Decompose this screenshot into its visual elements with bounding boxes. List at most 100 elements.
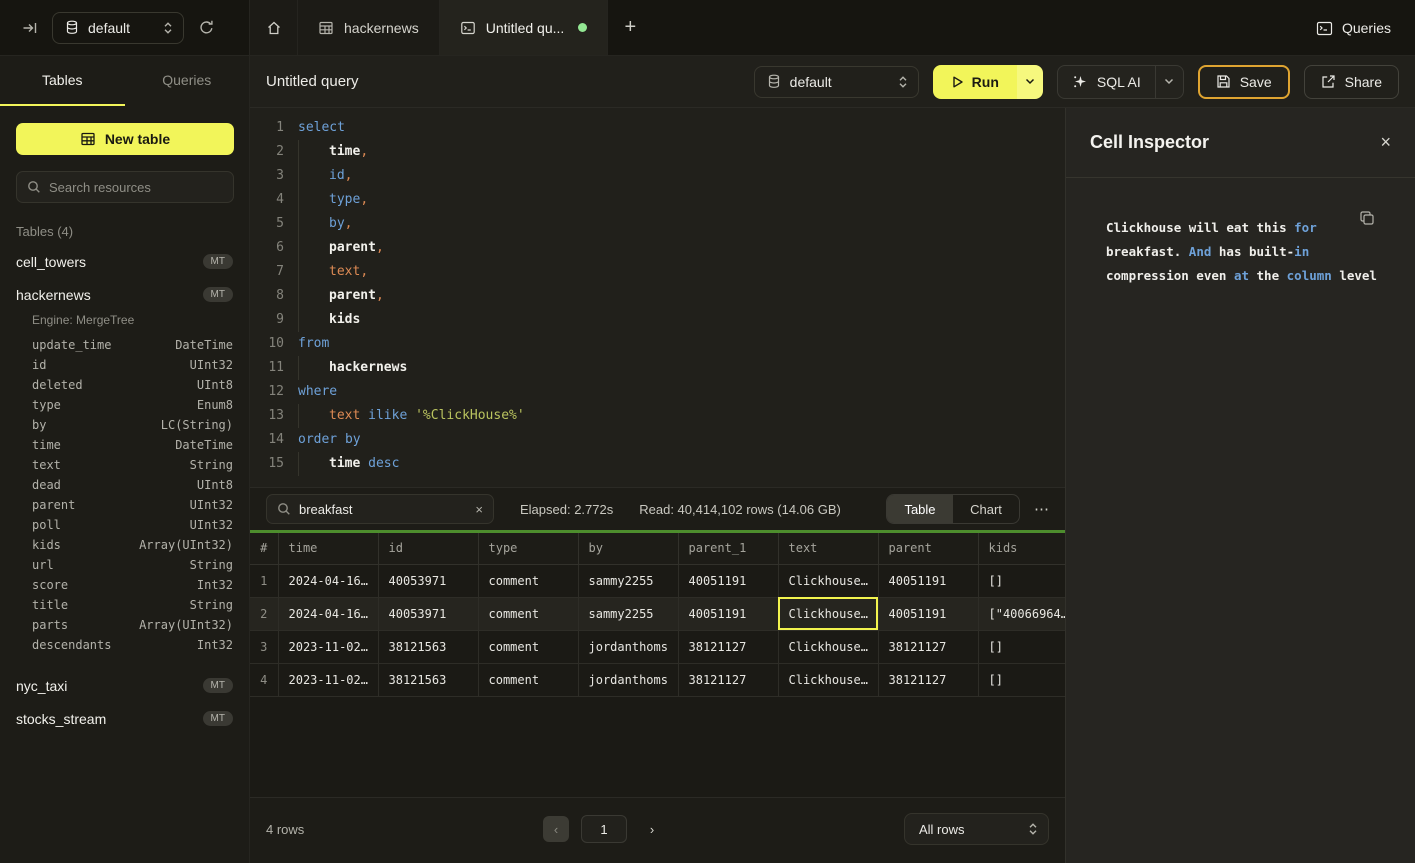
page-size-selector[interactable]: All rows (904, 813, 1049, 845)
editor-line[interactable]: 10from (250, 332, 1065, 356)
row-number-cell[interactable]: 3 (250, 630, 278, 663)
table-cell[interactable]: jordanthoms (578, 663, 678, 696)
tab-label: hackernews (344, 20, 419, 36)
search-resources-input[interactable] (49, 180, 223, 195)
table-cell[interactable]: 40053971 (378, 597, 478, 630)
editor-line[interactable]: 2 time, (250, 140, 1065, 164)
table-cell[interactable]: comment (478, 630, 578, 663)
editor-line[interactable]: 12where (250, 380, 1065, 404)
editor-line[interactable]: 13 text ilike '%ClickHouse%' (250, 404, 1065, 428)
table-cell[interactable]: 2023-11-02… (278, 663, 378, 696)
sql-ai-button[interactable]: SQL AI (1058, 74, 1155, 90)
column-header[interactable]: # (250, 533, 278, 564)
table-cell[interactable]: 2024-04-16… (278, 597, 378, 630)
column-header[interactable]: id (378, 533, 478, 564)
table-cell[interactable]: 38121127 (878, 630, 978, 663)
sidebar-item-stocks-stream[interactable]: stocks_stream MT (0, 702, 249, 735)
more-options-icon[interactable]: ⋯ (1034, 500, 1049, 518)
queries-button[interactable]: Queries (1316, 0, 1391, 56)
clear-search-icon[interactable]: × (475, 502, 483, 517)
column-header[interactable]: by (578, 533, 678, 564)
tab-hackernews[interactable]: hackernews (298, 0, 440, 55)
table-cell[interactable]: 2024-04-16… (278, 564, 378, 597)
sql-ai-options-button[interactable] (1155, 66, 1183, 98)
table-cell[interactable]: ["40066964… (978, 597, 1065, 630)
editor-line[interactable]: 6 parent, (250, 236, 1065, 260)
previous-page-button[interactable]: ‹ (543, 816, 569, 842)
column-header[interactable]: kids (978, 533, 1065, 564)
table-cell[interactable]: 38121127 (678, 663, 778, 696)
sidebar-tab-tables[interactable]: Tables (0, 56, 125, 106)
save-button[interactable]: Save (1198, 65, 1290, 99)
table-cell[interactable]: [] (978, 630, 1065, 663)
page-number-input[interactable] (581, 815, 627, 843)
table-cell[interactable]: 40051191 (678, 597, 778, 630)
table-cell[interactable]: sammy2255 (578, 597, 678, 630)
sidebar-item-nyc-taxi[interactable]: nyc_taxi MT (0, 669, 249, 702)
run-options-button[interactable] (1017, 65, 1043, 99)
editor-line[interactable]: 11 hackernews (250, 356, 1065, 380)
table-cell[interactable]: Clickhouse… (778, 630, 878, 663)
view-tab-chart[interactable]: Chart (953, 495, 1019, 523)
editor-line[interactable]: 15 time desc (250, 452, 1065, 476)
new-tab-button[interactable]: + (608, 0, 652, 55)
sidebar-tab-queries[interactable]: Queries (125, 56, 250, 106)
editor-line[interactable]: 1select (250, 116, 1065, 140)
column-header[interactable]: time (278, 533, 378, 564)
table-cell[interactable]: Clickhouse… (778, 663, 878, 696)
table-cell[interactable]: comment (478, 597, 578, 630)
editor-line[interactable]: 4 type, (250, 188, 1065, 212)
editor-line[interactable]: 3 id, (250, 164, 1065, 188)
table-cell[interactable]: sammy2255 (578, 564, 678, 597)
share-button[interactable]: Share (1304, 65, 1399, 99)
sidebar-item-cell-towers[interactable]: cell_towers MT (0, 245, 249, 278)
query-database-selector[interactable]: default (754, 66, 919, 98)
table-cell[interactable]: 38121563 (378, 663, 478, 696)
table-cell[interactable]: comment (478, 663, 578, 696)
run-button[interactable]: Run (933, 65, 1017, 99)
view-tab-table[interactable]: Table (887, 495, 953, 523)
table-cell[interactable]: 38121563 (378, 630, 478, 663)
editor-line[interactable]: 8 parent, (250, 284, 1065, 308)
table-cell[interactable]: 40051191 (878, 564, 978, 597)
table-cell[interactable]: [] (978, 564, 1065, 597)
new-table-button[interactable]: New table (16, 123, 234, 155)
column-header[interactable]: parent (878, 533, 978, 564)
table-cell[interactable]: [] (978, 663, 1065, 696)
table-cell[interactable]: 40053971 (378, 564, 478, 597)
row-number-cell[interactable]: 4 (250, 663, 278, 696)
table-cell[interactable]: jordanthoms (578, 630, 678, 663)
column-header[interactable]: text (778, 533, 878, 564)
refresh-icon[interactable] (198, 19, 215, 36)
table-cell[interactable]: Clickhouse… (778, 564, 878, 597)
table-cell[interactable]: comment (478, 564, 578, 597)
collapse-sidebar-icon[interactable] (22, 20, 38, 36)
table-cell[interactable]: 40051191 (878, 597, 978, 630)
schema-column-name: title (32, 598, 68, 612)
sidebar-item-hackernews[interactable]: hackernews MT (0, 278, 249, 311)
table-cell[interactable]: 38121127 (678, 630, 778, 663)
editor-line[interactable]: 5 by, (250, 212, 1065, 236)
table-cell[interactable]: 2023-11-02… (278, 630, 378, 663)
table-cell[interactable]: 38121127 (878, 663, 978, 696)
row-number-cell[interactable]: 2 (250, 597, 278, 630)
column-header[interactable]: parent_1 (678, 533, 778, 564)
editor-line[interactable]: 14order by (250, 428, 1065, 452)
tab-home[interactable] (250, 0, 298, 55)
table-cell[interactable]: 40051191 (678, 564, 778, 597)
schema-column-name: poll (32, 518, 61, 532)
copy-icon[interactable] (1359, 210, 1375, 226)
editor-line[interactable]: 7 text, (250, 260, 1065, 284)
results-search-input[interactable] (299, 502, 467, 517)
queries-label: Queries (1342, 20, 1391, 36)
cell-inspector-title: Cell Inspector (1090, 132, 1209, 153)
tab-untitled-query[interactable]: Untitled qu... (440, 0, 609, 55)
sql-editor[interactable]: 1select2 time,3 id,4 type,5 by,6 parent,… (250, 108, 1065, 487)
close-icon[interactable]: × (1380, 132, 1391, 153)
column-header[interactable]: type (478, 533, 578, 564)
table-cell[interactable]: Clickhouse… (778, 597, 878, 630)
editor-line[interactable]: 9 kids (250, 308, 1065, 332)
row-number-cell[interactable]: 1 (250, 564, 278, 597)
next-page-button[interactable]: › (639, 816, 665, 842)
database-selector[interactable]: default (52, 12, 184, 44)
